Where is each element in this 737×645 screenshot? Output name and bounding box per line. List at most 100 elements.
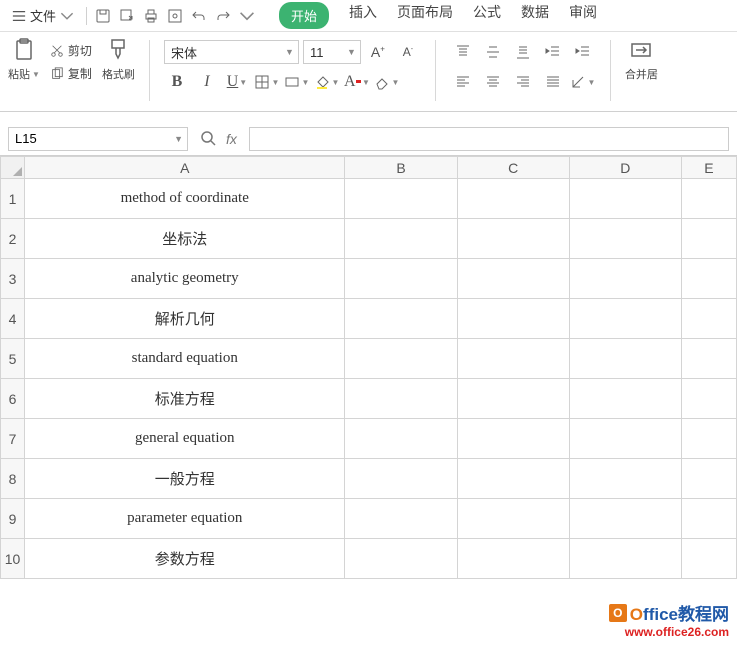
increase-indent-button[interactable] xyxy=(570,40,596,64)
row-header[interactable]: 1 xyxy=(1,179,25,219)
align-left-button[interactable] xyxy=(450,70,476,94)
col-header-d[interactable]: D xyxy=(569,157,681,179)
cell[interactable] xyxy=(345,259,457,299)
cell[interactable] xyxy=(345,539,457,579)
cell[interactable] xyxy=(457,259,569,299)
cell[interactable] xyxy=(345,499,457,539)
tab-layout[interactable]: 页面布局 xyxy=(397,2,453,29)
cell[interactable] xyxy=(457,179,569,219)
row-header[interactable]: 8 xyxy=(1,459,25,499)
cell[interactable] xyxy=(681,339,736,379)
cell-style-button[interactable]: ▼ xyxy=(284,70,310,94)
cell[interactable] xyxy=(569,259,681,299)
tab-start[interactable]: 开始 xyxy=(279,2,329,29)
cell[interactable] xyxy=(569,299,681,339)
cell-a3[interactable]: analytic geometry xyxy=(25,259,345,299)
row-header[interactable]: 2 xyxy=(1,219,25,259)
cell-a2[interactable]: 坐标法 xyxy=(25,219,345,259)
col-header-a[interactable]: A xyxy=(25,157,345,179)
font-color-button[interactable]: A▼ xyxy=(344,70,370,94)
row-header[interactable]: 5 xyxy=(1,339,25,379)
cell[interactable] xyxy=(457,219,569,259)
col-header-e[interactable]: E xyxy=(681,157,736,179)
cell[interactable] xyxy=(681,179,736,219)
align-center-button[interactable] xyxy=(480,70,506,94)
undo-button[interactable] xyxy=(189,6,209,26)
align-top-button[interactable] xyxy=(450,40,476,64)
cell-a10[interactable]: 参数方程 xyxy=(25,539,345,579)
cell-a1[interactable]: method of coordinate xyxy=(25,179,345,219)
cell[interactable] xyxy=(457,539,569,579)
col-header-c[interactable]: C xyxy=(457,157,569,179)
cell[interactable] xyxy=(569,539,681,579)
cell[interactable] xyxy=(569,459,681,499)
row-header[interactable]: 9 xyxy=(1,499,25,539)
format-painter-button[interactable]: 格式刷 xyxy=(102,36,135,111)
select-all-corner[interactable] xyxy=(1,157,25,179)
redo-button[interactable] xyxy=(213,6,233,26)
cell[interactable] xyxy=(457,379,569,419)
cell[interactable] xyxy=(457,339,569,379)
cell[interactable] xyxy=(345,179,457,219)
cell-a7[interactable]: general equation xyxy=(25,419,345,459)
decrease-indent-button[interactable] xyxy=(540,40,566,64)
row-header[interactable]: 3 xyxy=(1,259,25,299)
align-middle-button[interactable] xyxy=(480,40,506,64)
cell-a5[interactable]: standard equation xyxy=(25,339,345,379)
print-button[interactable] xyxy=(141,6,161,26)
cell[interactable] xyxy=(681,379,736,419)
bold-button[interactable]: B xyxy=(164,70,190,94)
justify-button[interactable] xyxy=(540,70,566,94)
cell[interactable] xyxy=(457,419,569,459)
cell[interactable] xyxy=(345,379,457,419)
merge-group[interactable]: 合并居 xyxy=(625,36,658,111)
preview-button[interactable] xyxy=(165,6,185,26)
row-header[interactable]: 10 xyxy=(1,539,25,579)
increase-font-button[interactable]: A+ xyxy=(365,40,391,64)
italic-button[interactable]: I xyxy=(194,70,220,94)
tab-formulas[interactable]: 公式 xyxy=(473,2,501,29)
fx-icon[interactable]: fx xyxy=(226,131,237,147)
menu-hamburger[interactable]: 文件 xyxy=(6,3,80,28)
cell[interactable] xyxy=(457,499,569,539)
align-bottom-button[interactable] xyxy=(510,40,536,64)
tab-insert[interactable]: 插入 xyxy=(349,2,377,29)
align-right-button[interactable] xyxy=(510,70,536,94)
more-dropdown[interactable] xyxy=(237,6,257,26)
paste-group[interactable]: 粘贴▼ xyxy=(8,36,40,111)
font-size-select[interactable]: 11▼ xyxy=(303,40,361,64)
cut-button[interactable]: 剪切 xyxy=(50,42,92,59)
cell[interactable] xyxy=(681,299,736,339)
cell-a6[interactable]: 标准方程 xyxy=(25,379,345,419)
cell[interactable] xyxy=(681,219,736,259)
cell[interactable] xyxy=(681,459,736,499)
underline-button[interactable]: U▼ xyxy=(224,70,250,94)
cell[interactable] xyxy=(345,459,457,499)
cell[interactable] xyxy=(457,459,569,499)
cell[interactable] xyxy=(345,419,457,459)
cell[interactable] xyxy=(569,219,681,259)
cell[interactable] xyxy=(345,219,457,259)
cell-a9[interactable]: parameter equation xyxy=(25,499,345,539)
row-header[interactable]: 4 xyxy=(1,299,25,339)
cell[interactable] xyxy=(345,339,457,379)
cell[interactable] xyxy=(569,379,681,419)
row-header[interactable]: 7 xyxy=(1,419,25,459)
fill-color-button[interactable]: ▼ xyxy=(314,70,340,94)
cell-a4[interactable]: 解析几何 xyxy=(25,299,345,339)
cell[interactable] xyxy=(457,299,569,339)
cell-a8[interactable]: 一般方程 xyxy=(25,459,345,499)
save-button[interactable] xyxy=(93,6,113,26)
cell[interactable] xyxy=(681,539,736,579)
name-box[interactable]: L15▼ xyxy=(8,127,188,151)
cell[interactable] xyxy=(569,339,681,379)
borders-button[interactable]: ▼ xyxy=(254,70,280,94)
cell[interactable] xyxy=(681,259,736,299)
col-header-b[interactable]: B xyxy=(345,157,457,179)
row-header[interactable]: 6 xyxy=(1,379,25,419)
tab-data[interactable]: 数据 xyxy=(521,2,549,29)
orientation-button[interactable]: ▼ xyxy=(570,70,596,94)
cell[interactable] xyxy=(681,499,736,539)
clear-format-button[interactable]: ▼ xyxy=(374,70,400,94)
tab-review[interactable]: 审阅 xyxy=(569,2,597,29)
